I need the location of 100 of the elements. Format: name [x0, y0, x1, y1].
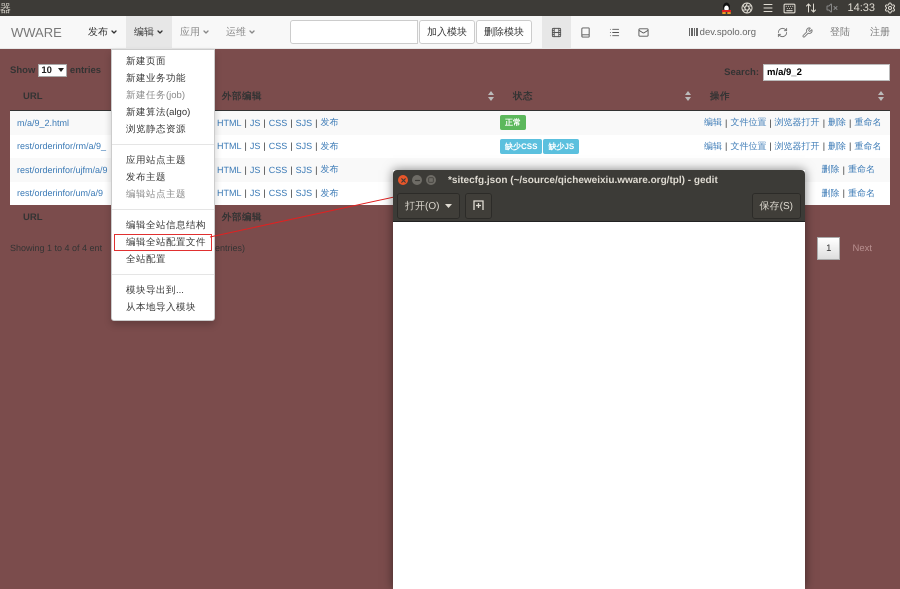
- column-footer: 外部编辑: [222, 210, 262, 224]
- separator: |: [290, 164, 293, 175]
- menu-item[interactable]: 发布主题: [114, 169, 212, 186]
- separator: |: [244, 141, 247, 152]
- separator: |: [769, 141, 772, 152]
- menu-item[interactable]: 应用站点主题: [114, 152, 212, 169]
- user-link[interactable]: 注册: [860, 16, 900, 48]
- edit-link[interactable]: JS: [250, 188, 260, 198]
- separator: |: [244, 188, 247, 198]
- next-link[interactable]: Next: [852, 242, 872, 254]
- mute-icon[interactable]: [826, 2, 838, 14]
- module-input[interactable]: [290, 20, 418, 44]
- separator: |: [290, 118, 293, 128]
- edit-link[interactable]: 发布: [320, 186, 338, 200]
- action-link[interactable]: 重命名: [848, 163, 875, 176]
- show-label: Show: [10, 64, 36, 76]
- url-link[interactable]: rest/orderinfor/rm/a/9_: [17, 141, 106, 152]
- separator: |: [315, 118, 318, 128]
- keyboard-icon[interactable]: [783, 2, 796, 14]
- edit-link[interactable]: CSS: [268, 188, 288, 198]
- menu-icon[interactable]: [762, 2, 774, 14]
- edit-link[interactable]: CSS: [268, 118, 288, 128]
- action-link[interactable]: 删除: [822, 163, 840, 176]
- brand-logo[interactable]: WWARE: [0, 16, 80, 48]
- save-button[interactable]: 保存(S): [752, 192, 801, 218]
- network-icon[interactable]: [805, 2, 818, 14]
- separator: |: [769, 118, 772, 128]
- action-link[interactable]: 文件位置: [730, 116, 766, 130]
- action-link[interactable]: 重命名: [854, 140, 882, 153]
- action-link[interactable]: 重命名: [848, 186, 875, 200]
- separator: |: [244, 118, 247, 128]
- separator: |: [263, 164, 266, 175]
- close-button[interactable]: [398, 175, 408, 185]
- action-link[interactable]: 浏览器打开: [774, 116, 820, 130]
- plus-icon: [473, 200, 484, 211]
- menu-item[interactable]: 新建页面: [114, 53, 212, 70]
- menu-item[interactable]: 全站配置: [114, 251, 212, 268]
- open-button[interactable]: 打开(O): [397, 192, 460, 218]
- edit-link[interactable]: 发布: [320, 140, 338, 153]
- menu-item[interactable]: 模块导出到...: [114, 282, 212, 299]
- action-link[interactable]: 删除: [828, 116, 846, 130]
- menu-item[interactable]: 编辑全站配置文件: [114, 234, 212, 251]
- action-link[interactable]: 重命名: [854, 116, 882, 130]
- edit-link[interactable]: SJS: [296, 118, 312, 128]
- action-link[interactable]: 删除: [828, 140, 846, 153]
- separator: |: [315, 188, 318, 198]
- menu-item[interactable]: 新建算法(algo): [114, 104, 212, 121]
- edit-link[interactable]: 发布: [320, 163, 338, 176]
- status-badge: 缺少CSS: [500, 138, 542, 154]
- edit-link[interactable]: 发布: [320, 116, 338, 130]
- page-length-select[interactable]: 10: [38, 64, 67, 76]
- caret-icon: [202, 28, 210, 36]
- film-icon[interactable]: [542, 16, 571, 48]
- edit-link[interactable]: HTML: [217, 188, 242, 198]
- sort-icon: [878, 91, 884, 101]
- menu-item[interactable]: 浏览静态资源: [114, 121, 212, 138]
- edit-link[interactable]: CSS: [268, 164, 288, 175]
- edit-link[interactable]: SJS: [296, 164, 312, 175]
- separator: |: [842, 188, 845, 198]
- edit-link[interactable]: HTML: [217, 141, 242, 152]
- edit-link[interactable]: CSS: [268, 141, 288, 152]
- delete-module-button[interactable]: 删除模块: [476, 20, 532, 44]
- action-link[interactable]: 浏览器打开: [774, 140, 820, 153]
- bars-icon: [688, 28, 698, 36]
- url-link[interactable]: m/a/9_2.html: [17, 118, 70, 128]
- window-title: *sitecfg.json (~/source/qicheweixiu.wware.org/tpl) - gedit: [448, 174, 718, 186]
- action-link[interactable]: 文件位置: [730, 140, 766, 153]
- penguin-icon[interactable]: [721, 2, 732, 14]
- edit-link[interactable]: JS: [250, 118, 260, 128]
- action-link[interactable]: 删除: [822, 186, 840, 200]
- edit-link[interactable]: SJS: [296, 188, 312, 198]
- caret-icon: [58, 68, 64, 72]
- separator: |: [822, 141, 826, 152]
- clock[interactable]: 14:33: [847, 2, 875, 14]
- edit-link[interactable]: JS: [250, 141, 260, 152]
- action-link[interactable]: 编辑: [704, 140, 722, 153]
- sort-icon: [488, 91, 494, 101]
- search-field[interactable]: m/a/9_2: [763, 64, 890, 81]
- close-icon: [400, 176, 406, 184]
- action-link[interactable]: 编辑: [704, 116, 722, 130]
- site-link[interactable]: dev.spolo.org: [688, 16, 770, 48]
- menu-item[interactable]: 编辑全站信息结构: [114, 217, 212, 234]
- user-link[interactable]: 登陆: [820, 16, 860, 48]
- menu-item[interactable]: 从本地导入模块: [114, 299, 212, 316]
- url-link[interactable]: rest/orderinfor/ujfm/a/9: [17, 164, 108, 175]
- nav-menu[interactable]: 发布: [80, 16, 126, 48]
- edit-link[interactable]: HTML: [217, 118, 242, 128]
- url-link[interactable]: rest/orderinfor/um/a/9: [17, 188, 104, 198]
- separator: |: [244, 164, 247, 175]
- page-button[interactable]: 1: [817, 236, 840, 260]
- edit-link[interactable]: SJS: [296, 141, 312, 152]
- caret-icon: [110, 28, 118, 36]
- separator: |: [822, 118, 826, 128]
- add-module-button[interactable]: 加入模块: [418, 20, 475, 44]
- edit-link[interactable]: JS: [250, 164, 260, 175]
- settings-icon[interactable]: [884, 2, 896, 14]
- menu-item[interactable]: 新建业务功能: [114, 70, 212, 87]
- nav-menu[interactable]: 编辑: [126, 16, 172, 48]
- new-tab-button[interactable]: [465, 192, 492, 218]
- edit-link[interactable]: HTML: [217, 164, 242, 175]
